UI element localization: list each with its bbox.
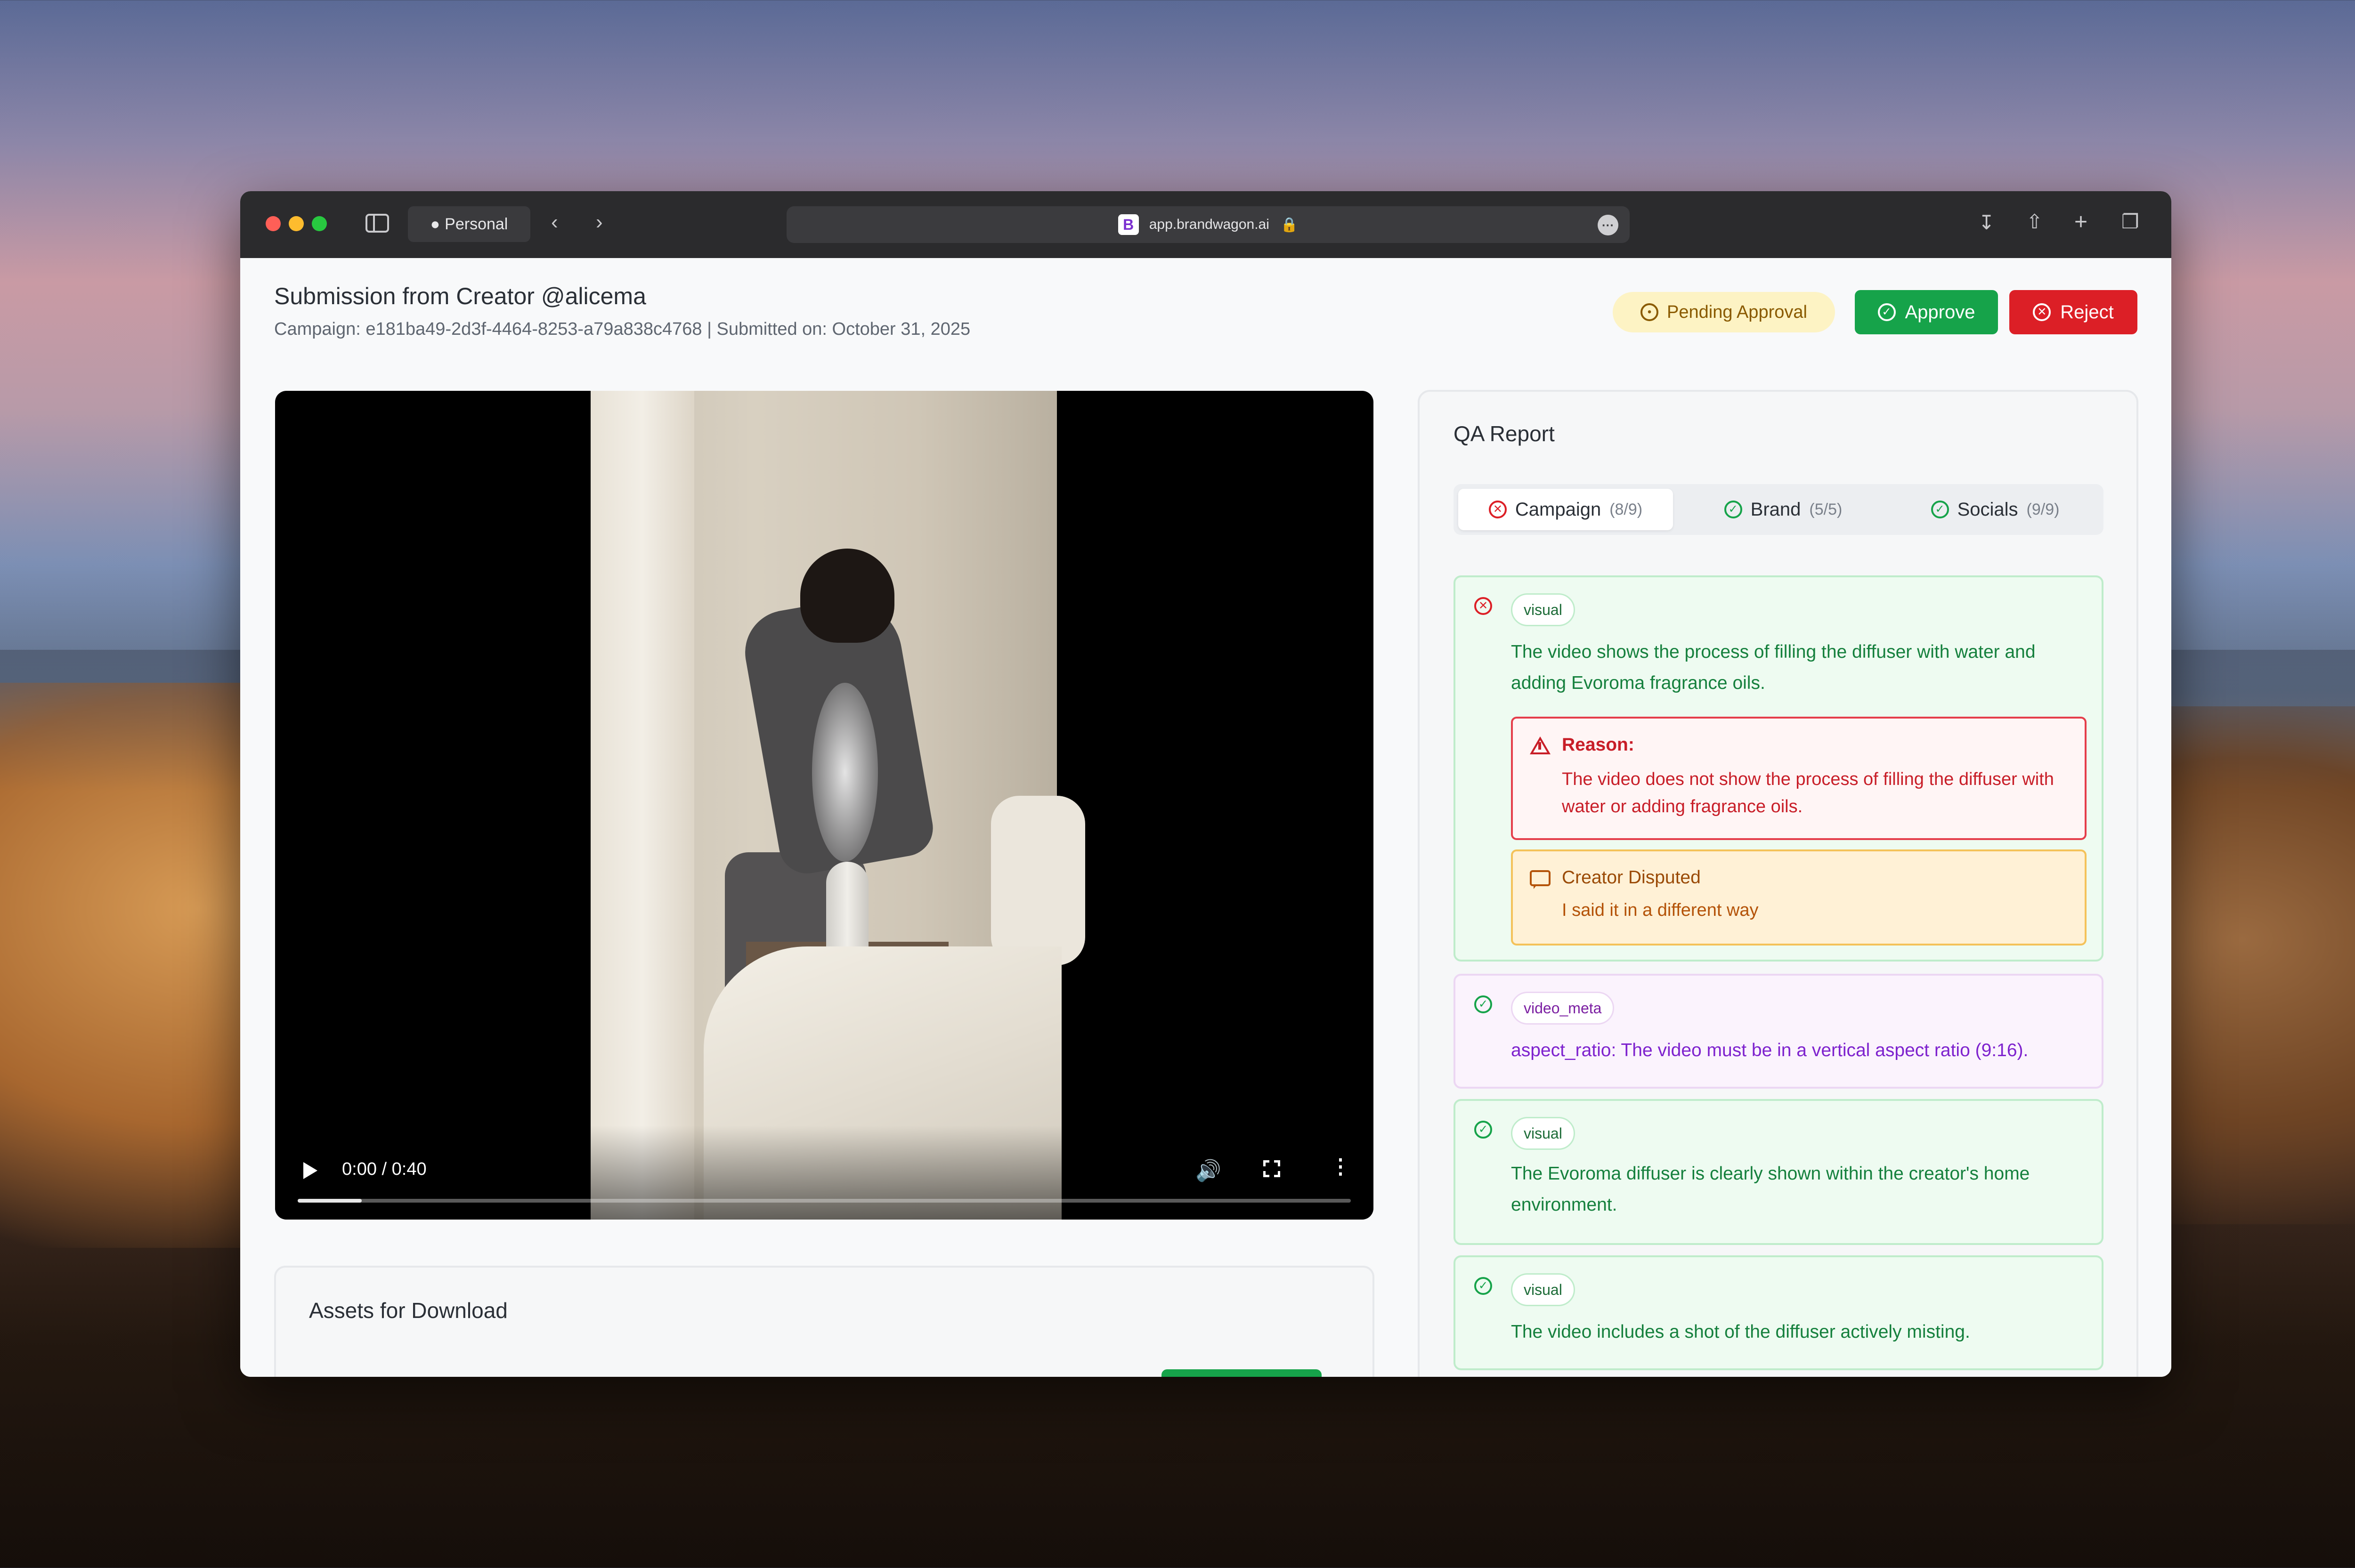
dispute-text: I said it in a different way bbox=[1562, 900, 1759, 920]
profile-button[interactable]: ● Personal bbox=[408, 206, 530, 242]
play-icon[interactable] bbox=[303, 1162, 317, 1179]
forward-chevron-icon[interactable]: › bbox=[596, 212, 603, 233]
video-mist bbox=[812, 683, 878, 862]
tab-brand-label: Brand bbox=[1750, 499, 1801, 520]
video-progress-buffer bbox=[298, 1199, 362, 1203]
download-button[interactable] bbox=[1161, 1369, 1322, 1377]
page-menu-icon[interactable]: ··· bbox=[1598, 215, 1618, 235]
clock-icon: • bbox=[1640, 303, 1659, 321]
reject-button[interactable]: ✕ Reject bbox=[2009, 290, 2137, 334]
reason-box: Reason: The video does not show the proc… bbox=[1511, 717, 2087, 840]
criterion-text: aspect_ratio: The video must be in a ver… bbox=[1511, 1040, 2029, 1060]
criterion-text: The video shows the process of filling t… bbox=[1511, 642, 2036, 693]
criterion-tag: visual bbox=[1511, 593, 1575, 626]
check-circle-icon: ✓ bbox=[1474, 1277, 1492, 1295]
criterion-text: The Evoroma diffuser is clearly shown wi… bbox=[1511, 1164, 2030, 1215]
check-circle-icon: ✓ bbox=[1724, 501, 1742, 518]
video-diffuser bbox=[826, 862, 869, 951]
tab-overview-icon[interactable]: ❐ bbox=[2121, 212, 2139, 232]
qa-tabs: ✕ Campaign (8/9) ✓ Brand (5/5) ✓ Socials… bbox=[1454, 484, 2103, 535]
video-player[interactable]: 0:00 / 0:40 🔊 ⋮ bbox=[275, 391, 1373, 1220]
zoom-window-button[interactable] bbox=[312, 216, 327, 231]
fullscreen-icon[interactable] bbox=[1263, 1160, 1280, 1177]
share-icon[interactable]: ⇧ bbox=[2026, 212, 2043, 232]
lock-icon: 🔒 bbox=[1280, 217, 1299, 233]
approve-button[interactable]: ✓ Approve bbox=[1855, 290, 1998, 334]
check-circle-icon: ✓ bbox=[1931, 501, 1949, 518]
reject-label: Reject bbox=[2060, 301, 2114, 323]
criterion-card: ✓ visual The Evoroma diffuser is clearly… bbox=[1454, 1099, 2103, 1245]
warning-icon-mark bbox=[1538, 742, 1541, 750]
x-circle-icon: ✕ bbox=[1488, 501, 1507, 518]
tab-campaign[interactable]: ✕ Campaign (8/9) bbox=[1458, 489, 1673, 530]
minimize-window-button[interactable] bbox=[289, 216, 304, 231]
video-pillow bbox=[991, 796, 1085, 965]
url-text: app.brandwagon.ai bbox=[1149, 217, 1269, 232]
video-controls: 0:00 / 0:40 🔊 ⋮ bbox=[275, 1125, 1373, 1220]
criterion-card: ✓ visual The video includes a shot of th… bbox=[1454, 1255, 2103, 1370]
check-circle-icon: ✓ bbox=[1877, 303, 1896, 321]
sidebar-toggle-icon[interactable] bbox=[365, 214, 389, 233]
close-window-button[interactable] bbox=[266, 216, 281, 231]
video-progress-bar[interactable] bbox=[298, 1199, 1351, 1203]
tab-brand-count: (5/5) bbox=[1809, 500, 1843, 518]
assets-card: Assets for Download bbox=[274, 1266, 1374, 1377]
tab-campaign-label: Campaign bbox=[1515, 499, 1601, 520]
approve-label: Approve bbox=[1905, 301, 1975, 323]
app-content: Submission from Creator @alicema Campaig… bbox=[240, 258, 2171, 1377]
tab-socials-label: Socials bbox=[1957, 499, 2018, 520]
status-badge-label: Pending Approval bbox=[1667, 302, 1807, 322]
person-icon: ● bbox=[430, 215, 440, 233]
more-options-icon[interactable]: ⋮ bbox=[1330, 1156, 1351, 1177]
profile-label: Personal bbox=[445, 215, 508, 233]
video-curtain bbox=[591, 391, 694, 1220]
check-circle-icon: ✓ bbox=[1474, 995, 1492, 1013]
criterion-tag: video_meta bbox=[1511, 992, 1615, 1025]
campaign-subtitle: Campaign: e181ba49-2d3f-4464-8253-a79a83… bbox=[274, 319, 971, 339]
reason-label: Reason: bbox=[1562, 735, 1634, 755]
dispute-box: Creator Disputed I said it in a differen… bbox=[1511, 849, 2087, 946]
download-icon[interactable]: ↧ bbox=[1978, 213, 1995, 233]
new-tab-icon[interactable]: + bbox=[2074, 211, 2087, 234]
message-icon bbox=[1530, 870, 1551, 889]
criterion-text: The video includes a shot of the diffuse… bbox=[1511, 1322, 1970, 1342]
browser-window: ● Personal ‹ › B app.brandwagon.ai 🔒 ···… bbox=[240, 191, 2171, 1377]
site-favicon-icon: B bbox=[1118, 214, 1139, 235]
x-circle-icon: ✕ bbox=[1474, 597, 1492, 615]
x-circle-icon: ✕ bbox=[2033, 303, 2051, 321]
assets-title: Assets for Download bbox=[309, 1298, 508, 1323]
criterion-tag: visual bbox=[1511, 1273, 1575, 1306]
address-bar[interactable]: B app.brandwagon.ai 🔒 ··· bbox=[787, 206, 1630, 243]
back-chevron-icon[interactable]: ‹ bbox=[551, 212, 558, 233]
volume-icon[interactable]: 🔊 bbox=[1195, 1158, 1221, 1183]
video-time: 0:00 / 0:40 bbox=[342, 1159, 427, 1179]
tab-socials-count: (9/9) bbox=[2026, 500, 2060, 518]
tab-socials[interactable]: ✓ Socials (9/9) bbox=[1906, 489, 2085, 530]
criterion-card: ✓ video_meta aspect_ratio: The video mus… bbox=[1454, 974, 2103, 1089]
video-person-hair bbox=[800, 549, 894, 643]
check-circle-icon: ✓ bbox=[1474, 1121, 1492, 1139]
criterion-card: ✕ visual The video shows the process of … bbox=[1454, 575, 2103, 962]
reason-text: The video does not show the process of f… bbox=[1562, 769, 2054, 816]
browser-titlebar: ● Personal ‹ › B app.brandwagon.ai 🔒 ···… bbox=[240, 191, 2171, 258]
dispute-label: Creator Disputed bbox=[1562, 867, 1701, 888]
criterion-tag: visual bbox=[1511, 1117, 1575, 1150]
status-badge: • Pending Approval bbox=[1613, 292, 1835, 332]
tab-campaign-count: (8/9) bbox=[1609, 500, 1643, 518]
video-frame bbox=[591, 391, 1085, 1220]
qa-report-card: QA Report ✕ Campaign (8/9) ✓ Brand (5/5)… bbox=[1418, 390, 2138, 1377]
tab-brand[interactable]: ✓ Brand (5/5) bbox=[1703, 489, 1863, 530]
qa-report-title: QA Report bbox=[1454, 421, 1555, 446]
page-title: Submission from Creator @alicema bbox=[274, 283, 646, 309]
